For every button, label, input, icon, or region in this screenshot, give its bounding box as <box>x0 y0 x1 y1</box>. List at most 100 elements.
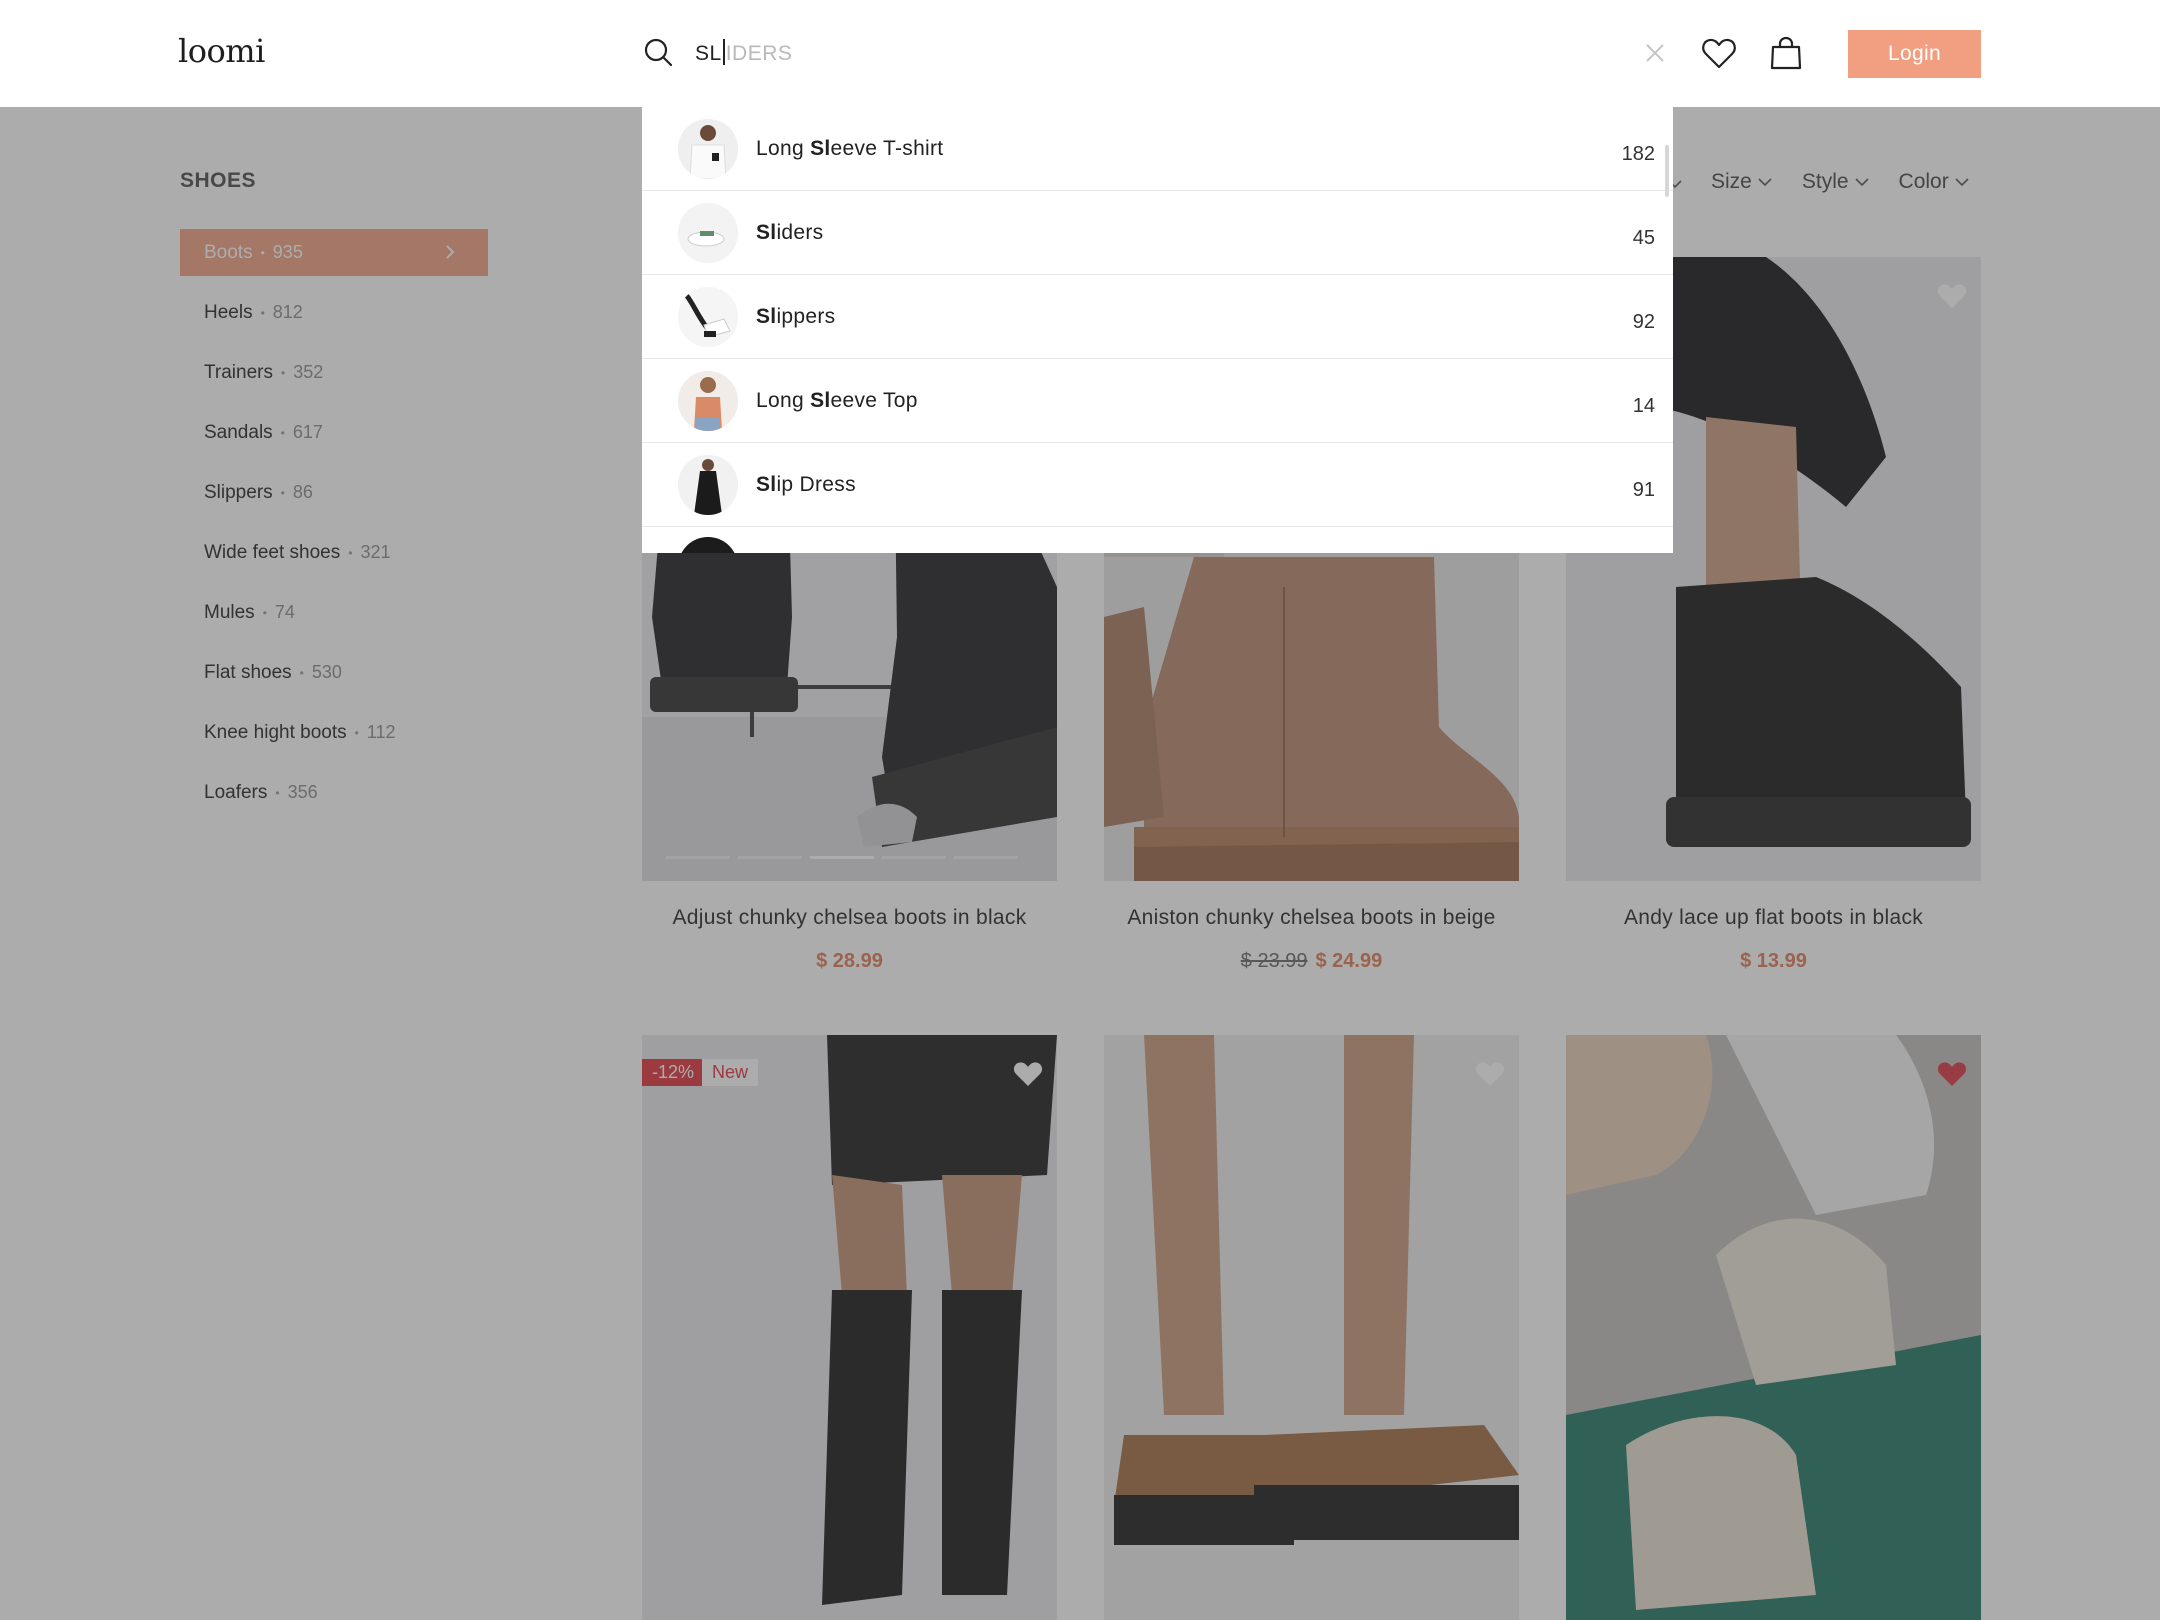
search-typed-text: SL <box>695 42 722 65</box>
separator-dot: • <box>260 245 265 260</box>
top-header: loomi SL IDERS Login <box>0 0 2160 107</box>
brand-logo[interactable]: loomi <box>178 32 265 70</box>
suggestion-suffix: iders <box>776 220 824 244</box>
sidebar-item-label: Heels <box>204 301 253 323</box>
shopping-bag-icon[interactable] <box>1767 34 1805 72</box>
sidebar-item-label: Loafers <box>204 781 268 803</box>
favorite-heart-icon-active[interactable] <box>1936 1059 1968 1089</box>
filter-color[interactable]: Color <box>1899 170 1969 194</box>
search-bar[interactable]: SL IDERS <box>642 22 1672 86</box>
price-current: $ 28.99 <box>816 950 883 972</box>
price-current: $ 24.99 <box>1315 950 1383 972</box>
suggestion-item[interactable]: Slip Dress 91 <box>642 443 1673 527</box>
suggestion-label: Slippers <box>756 305 835 329</box>
suggestion-count: 14 <box>1632 395 1655 417</box>
suggestion-item[interactable]: Long Sleeve T-shirt 182 <box>642 107 1673 191</box>
sidebar-item-count: 530 <box>311 662 342 682</box>
filter-label: Color <box>1898 170 1949 193</box>
suggestion-match: Sl <box>756 220 777 244</box>
sidebar-item-slippers[interactable]: Slippers • 86 <box>180 469 488 516</box>
slide-dot[interactable] <box>738 856 802 859</box>
price-original: $ 23.99 <box>1240 950 1308 972</box>
sidebar-item-label: Slippers <box>204 481 273 503</box>
sandal-photo <box>1104 1035 1519 1620</box>
slide-dot-active[interactable] <box>810 856 874 859</box>
suggestion-match: Sl <box>756 472 777 496</box>
suggestion-item[interactable]: Slippers 92 <box>642 275 1673 359</box>
chevron-down-icon <box>1758 178 1772 187</box>
sidebar-item-sandals[interactable]: Sandals • 617 <box>180 409 488 456</box>
sidebar-item-wide-feet-shoes[interactable]: Wide feet shoes • 321 <box>180 529 488 576</box>
search-autocomplete-hint: IDERS <box>725 42 793 65</box>
product-price: $ 28.99 <box>642 950 1057 973</box>
product-name[interactable]: Adjust chunky chelsea boots in black <box>642 906 1057 930</box>
dropdown-scrollbar[interactable] <box>1665 145 1669 197</box>
suggestion-prefix: Long <box>756 136 811 160</box>
suggestion-prefix: Long <box>756 388 811 412</box>
suggestion-label: Slip Dress <box>756 473 856 497</box>
sidebar-item-trainers[interactable]: Trainers • 352 <box>180 349 488 396</box>
suggestion-count: 91 <box>1632 479 1655 501</box>
clear-search-icon[interactable] <box>1642 40 1668 66</box>
sidebar-item-count: 352 <box>293 362 324 382</box>
separator-dot: • <box>262 605 267 620</box>
filter-bar: Size Style Color <box>1711 170 1969 194</box>
sidebar-item-knee-hight-boots[interactable]: Knee hight boots • 112 <box>180 709 488 756</box>
category-sidebar: Boots • 935 Heels • 812 Trainers • 352 Sandals… <box>180 229 488 829</box>
sidebar-item-count: 321 <box>360 542 391 562</box>
product-image[interactable] <box>1566 1035 1981 1620</box>
separator-dot: • <box>280 485 285 500</box>
sidebar-item-mules[interactable]: Mules • 74 <box>180 589 488 636</box>
sidebar-item-label: Sandals <box>204 421 273 443</box>
chevron-down-icon <box>1955 178 1969 187</box>
suggestion-count: 45 <box>1632 227 1655 249</box>
favorite-heart-icon[interactable] <box>1474 1059 1506 1089</box>
suggestion-suffix: eeve T-shirt <box>830 136 944 160</box>
favorite-heart-icon[interactable] <box>1012 1059 1044 1089</box>
suggestion-suffix: ippers <box>776 304 836 328</box>
sidebar-item-count: 74 <box>274 602 295 622</box>
suggestion-match: Sl <box>810 136 831 160</box>
suggestion-count: 182 <box>1621 143 1655 165</box>
sidebar-item-loafers[interactable]: Loafers • 356 <box>180 769 488 816</box>
login-button[interactable]: Login <box>1848 30 1981 78</box>
suggestion-thumbnail <box>678 370 738 431</box>
slide-dot[interactable] <box>666 856 730 859</box>
sidebar-item-label: Mules <box>204 601 255 623</box>
suggestion-thumbnail <box>678 454 738 515</box>
chevron-right-icon <box>446 245 455 259</box>
search-input[interactable]: SL IDERS <box>695 39 792 66</box>
product-name[interactable]: Andy lace up flat boots in black <box>1566 906 1981 930</box>
product-name[interactable]: Aniston chunky chelsea boots in beige <box>1104 906 1519 930</box>
filter-label: Size <box>1711 170 1752 193</box>
suggestion-item[interactable]: Long Sleeve Top 14 <box>642 359 1673 443</box>
product-image[interactable]: -12% New <box>642 1035 1057 1620</box>
favorite-heart-icon[interactable] <box>1936 281 1968 311</box>
suggestion-item-partial[interactable] <box>642 527 1673 553</box>
sidebar-item-flat-shoes[interactable]: Flat shoes • 530 <box>180 649 488 696</box>
sidebar-item-boots[interactable]: Boots • 935 <box>180 229 488 276</box>
slide-dot[interactable] <box>882 856 946 859</box>
filter-size[interactable]: Size <box>1711 170 1772 194</box>
suggestion-label: Long Sleeve Top <box>756 389 918 413</box>
image-slider-indicator[interactable] <box>666 856 1018 859</box>
suggestion-count: 92 <box>1632 311 1655 333</box>
product-price: $ 23.99 $ 24.99 <box>1104 950 1519 973</box>
sidebar-item-label: Knee hight boots <box>204 721 347 743</box>
suggestion-thumbnail <box>678 537 738 553</box>
sidebar-item-label: Boots <box>204 241 253 263</box>
sidebar-item-heels[interactable]: Heels • 812 <box>180 289 488 336</box>
boot-photo <box>642 1035 1057 1620</box>
wishlist-heart-icon[interactable] <box>1700 34 1738 72</box>
suggestion-item[interactable]: Sliders 45 <box>642 191 1673 275</box>
product-image[interactable] <box>1104 1035 1519 1620</box>
slide-dot[interactable] <box>954 856 1018 859</box>
separator-dot: • <box>275 785 280 800</box>
new-badge: New <box>702 1059 759 1086</box>
suggestion-thumbnail <box>678 118 738 179</box>
filter-style[interactable]: Style <box>1802 170 1869 194</box>
sidebar-item-count: 356 <box>287 782 318 802</box>
product-price: $ 13.99 <box>1566 950 1981 973</box>
separator-dot: • <box>348 545 353 560</box>
search-icon[interactable] <box>642 36 674 68</box>
